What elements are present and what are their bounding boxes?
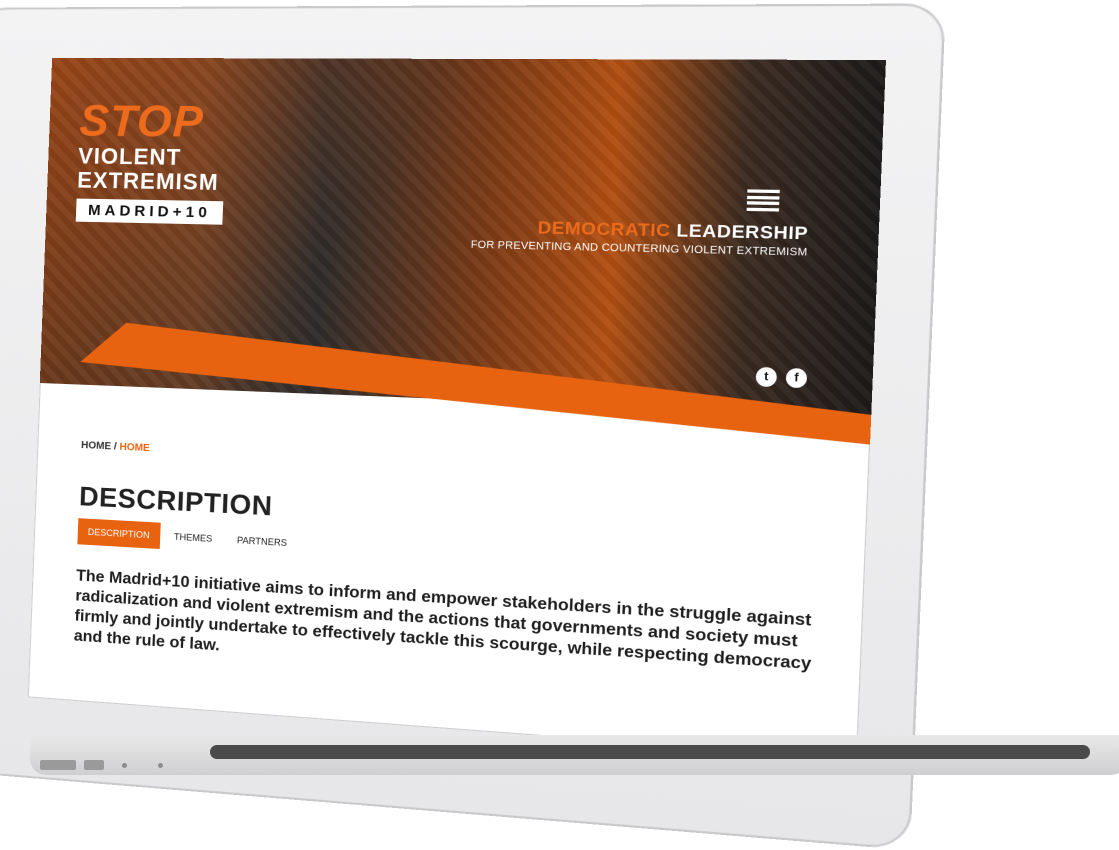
usb-port-icon	[84, 760, 104, 770]
facebook-icon[interactable]: f	[785, 367, 808, 389]
mic-icon	[158, 763, 163, 768]
main-content: HOME / HOME DESCRIPTION DESCRIPTION THEM…	[73, 440, 838, 699]
port-icon	[40, 760, 76, 770]
logo-extremism: EXTREMISM	[76, 167, 220, 196]
tagline-leadership: LEADERSHIP	[676, 220, 809, 244]
laptop-base	[0, 735, 1119, 805]
logo-stop: STOP	[78, 96, 205, 147]
keyboard-slot	[210, 745, 1090, 759]
breadcrumb-home[interactable]: HOME /	[81, 440, 117, 453]
led-icon	[122, 763, 127, 768]
hamburger-menu-icon[interactable]	[746, 189, 780, 212]
twitter-icon[interactable]: t	[755, 366, 778, 388]
tab-partners[interactable]: PARTNERS	[226, 526, 298, 557]
tab-themes[interactable]: THEMES	[163, 523, 223, 553]
browser-screen: STOP VIOLENT EXTREMISM MADRID+10 DEMOCRA…	[27, 57, 886, 760]
tab-description[interactable]: DESCRIPTION	[77, 518, 161, 549]
logo-madrid-badge: MADRID+10	[75, 198, 224, 225]
social-links: t f	[755, 366, 808, 389]
breadcrumb-current: HOME	[119, 441, 150, 455]
tagline-democratic: DEMOCRATIC	[537, 217, 671, 241]
breadcrumb: HOME / HOME	[81, 440, 838, 487]
description-text: The Madrid+10 initiative aims to inform …	[73, 567, 812, 674]
site-logo[interactable]: STOP VIOLENT EXTREMISM MADRID+10	[75, 96, 243, 225]
